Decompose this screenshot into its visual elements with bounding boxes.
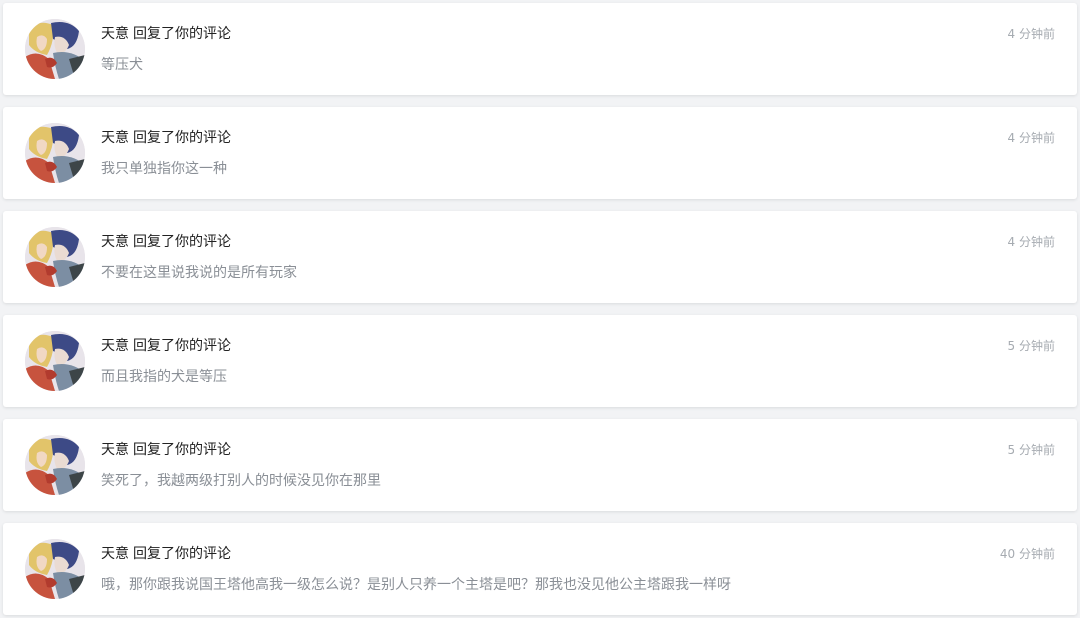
timestamp: 4 分钟前 <box>1007 235 1055 249</box>
user-avatar[interactable] <box>25 19 85 79</box>
timestamp: 5 分钟前 <box>1007 339 1055 353</box>
user-name[interactable]: 天意 <box>101 338 129 354</box>
user-name[interactable]: 天意 <box>101 234 129 250</box>
user-avatar[interactable] <box>25 435 85 495</box>
comment-text: 而且我指的犬是等压 <box>101 369 227 385</box>
notification-title: 天意 回复了你的评论 <box>101 544 231 564</box>
notification-title: 天意 回复了你的评论 <box>101 440 231 460</box>
notification-title: 天意 回复了你的评论 <box>101 232 231 252</box>
notification-item[interactable]: 天意 回复了你的评论 哦，那你跟我说国王塔他高我一级怎么说？是别人只养一个主塔是吧… <box>3 523 1077 615</box>
user-name[interactable]: 天意 <box>101 442 129 458</box>
timestamp: 4 分钟前 <box>1007 131 1055 145</box>
notification-list: 天意 回复了你的评论 等压犬 4 分钟前 天意 回复了你的评论 我只单独指你这一种 … <box>0 0 1080 618</box>
notification-action: 回复了你的评论 <box>133 130 231 146</box>
timestamp: 4 分钟前 <box>1007 27 1055 41</box>
notification-action: 回复了你的评论 <box>133 546 231 562</box>
timestamp: 5 分钟前 <box>1007 443 1055 457</box>
notification-item[interactable]: 天意 回复了你的评论 而且我指的犬是等压 5 分钟前 <box>3 315 1077 407</box>
comment-text: 笑死了，我越两级打别人的时候没见你在那里 <box>101 473 381 489</box>
comment-text: 哦，那你跟我说国王塔他高我一级怎么说？是别人只养一个主塔是吧？那我也没见他公主塔… <box>101 577 731 593</box>
notification-item[interactable]: 天意 回复了你的评论 笑死了，我越两级打别人的时候没见你在那里 5 分钟前 <box>3 419 1077 511</box>
notification-title: 天意 回复了你的评论 <box>101 24 231 44</box>
timestamp: 40 分钟前 <box>999 547 1055 561</box>
notification-title: 天意 回复了你的评论 <box>101 128 231 148</box>
user-name[interactable]: 天意 <box>101 546 129 562</box>
user-avatar[interactable] <box>25 123 85 183</box>
user-avatar[interactable] <box>25 539 85 599</box>
user-avatar[interactable] <box>25 331 85 391</box>
comment-text: 等压犬 <box>101 57 143 73</box>
notification-action: 回复了你的评论 <box>133 442 231 458</box>
user-name[interactable]: 天意 <box>101 26 129 42</box>
comment-text: 我只单独指你这一种 <box>101 161 227 177</box>
notification-item[interactable]: 天意 回复了你的评论 我只单独指你这一种 4 分钟前 <box>3 107 1077 199</box>
notification-title: 天意 回复了你的评论 <box>101 336 231 356</box>
notification-action: 回复了你的评论 <box>133 26 231 42</box>
comment-text: 不要在这里说我说的是所有玩家 <box>101 265 297 281</box>
notification-action: 回复了你的评论 <box>133 234 231 250</box>
user-name[interactable]: 天意 <box>101 130 129 146</box>
notification-item[interactable]: 天意 回复了你的评论 等压犬 4 分钟前 <box>3 3 1077 95</box>
user-avatar[interactable] <box>25 227 85 287</box>
notification-item[interactable]: 天意 回复了你的评论 不要在这里说我说的是所有玩家 4 分钟前 <box>3 211 1077 303</box>
notification-action: 回复了你的评论 <box>133 338 231 354</box>
